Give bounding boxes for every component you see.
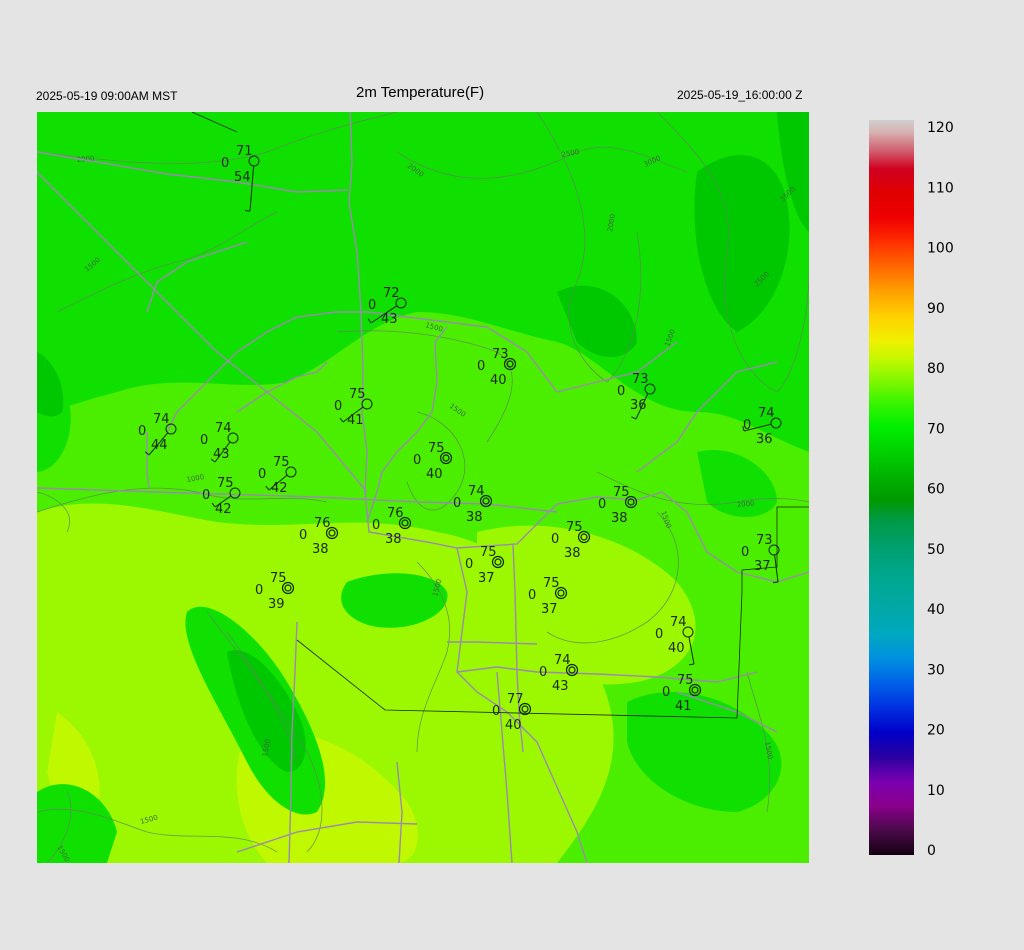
station-dewpoint: 43 [381, 312, 398, 327]
station-temperature: 76 [387, 506, 404, 521]
valid-time-utc: 2025-05-19_16:00:00 Z [677, 88, 803, 102]
colorbar-tick-label: 50 [927, 542, 945, 558]
station-dewpoint: 40 [490, 373, 507, 388]
station-cloud-cover: 0 [477, 359, 485, 374]
station-temperature: 75 [273, 455, 290, 470]
station-temperature: 75 [677, 673, 694, 688]
station-cloud-cover: 0 [255, 583, 263, 598]
station-temperature: 74 [554, 653, 571, 668]
map-title: 2m Temperature(F) [356, 84, 485, 101]
station-dewpoint: 36 [630, 398, 647, 413]
station-dewpoint: 41 [675, 699, 692, 714]
colorbar-gradient [869, 120, 914, 855]
station-temperature: 76 [314, 516, 331, 531]
station-dewpoint: 43 [552, 679, 569, 694]
contour-label: 2000 [736, 499, 754, 509]
station-dewpoint: 36 [756, 432, 773, 447]
station-cloud-cover: 0 [551, 532, 559, 547]
station-temperature: 75 [566, 520, 583, 535]
station-cloud-cover: 0 [662, 685, 670, 700]
station-dewpoint: 40 [668, 641, 685, 656]
station-cloud-cover: 0 [368, 298, 376, 313]
colorbar-tick-label: 0 [927, 843, 936, 859]
station-cloud-cover: 0 [334, 399, 342, 414]
station-dewpoint: 38 [312, 542, 329, 557]
station-cloud-cover: 0 [598, 497, 606, 512]
station-dewpoint: 39 [268, 597, 285, 612]
station-temperature: 75 [480, 545, 497, 560]
colorbar-tick-label: 30 [927, 662, 945, 678]
station-cloud-cover: 0 [299, 528, 307, 543]
station-temperature: 75 [543, 576, 560, 591]
station-cloud-cover: 0 [453, 496, 461, 511]
station-cloud-cover: 0 [655, 627, 663, 642]
station-dewpoint: 44 [151, 438, 168, 453]
station-cloud-cover: 0 [258, 467, 266, 482]
station-temperature: 75 [613, 485, 630, 500]
station-cloud-cover: 0 [200, 433, 208, 448]
station-dewpoint: 41 [347, 413, 364, 428]
station-dewpoint: 38 [564, 546, 581, 561]
station-temperature: 75 [217, 476, 234, 491]
colorbar-tick-label: 80 [927, 361, 945, 377]
station-cloud-cover: 0 [539, 665, 547, 680]
station-dewpoint: 37 [541, 602, 558, 617]
station-cloud-cover: 0 [743, 418, 751, 433]
station-cloud-cover: 0 [465, 557, 473, 572]
station-dewpoint: 42 [215, 502, 232, 517]
station-dewpoint: 38 [385, 532, 402, 547]
colorbar-tick-label: 120 [927, 120, 954, 136]
station-dewpoint: 43 [213, 447, 230, 462]
station-cloud-cover: 0 [617, 384, 625, 399]
station-dewpoint: 40 [505, 718, 522, 733]
station-temperature: 77 [507, 692, 524, 707]
valid-time-local: 2025-05-19 09:00AM MST [36, 89, 178, 103]
station-temperature: 75 [428, 441, 445, 456]
station-cloud-cover: 0 [741, 545, 749, 560]
station-temperature: 74 [758, 406, 775, 421]
station-dewpoint: 38 [611, 511, 628, 526]
colorbar-tick-label: 40 [927, 602, 945, 618]
station-temperature: 75 [349, 387, 366, 402]
colorbar-tick-label: 100 [927, 241, 954, 257]
colorbar-tick-label: 20 [927, 723, 945, 739]
station-temperature: 72 [383, 286, 400, 301]
station-temperature: 74 [468, 484, 485, 499]
station-dewpoint: 37 [478, 571, 495, 586]
station-cloud-cover: 0 [138, 424, 146, 439]
station-cloud-cover: 0 [372, 518, 380, 533]
colorbar-tick-label: 10 [927, 783, 945, 799]
temperature-colorbar: 120 110 100 90 80 70 60 50 40 30 20 10 0 [869, 119, 959, 859]
temperature-map: 2000 2000 2500 3000 2000 2500 3500 1500 1500 1500… [37, 112, 809, 863]
colorbar-tick-label: 90 [927, 301, 945, 317]
station-cloud-cover: 0 [413, 453, 421, 468]
colorbar-tick-label: 70 [927, 421, 945, 437]
colorbar-tick-label: 60 [927, 482, 945, 498]
station-dewpoint: 40 [426, 467, 443, 482]
station-dewpoint: 38 [466, 510, 483, 525]
station-temperature: 73 [756, 533, 773, 548]
station-temperature: 73 [492, 347, 509, 362]
station-temperature: 74 [153, 412, 170, 427]
station-cloud-cover: 0 [492, 704, 500, 719]
station-dewpoint: 42 [271, 481, 288, 496]
station-temperature: 71 [236, 144, 253, 159]
station-cloud-cover: 0 [528, 588, 536, 603]
station-cloud-cover: 0 [202, 488, 210, 503]
station-temperature: 73 [632, 372, 649, 387]
station-dewpoint: 37 [754, 559, 771, 574]
station-temperature: 75 [270, 571, 287, 586]
wind-barb [772, 581, 779, 584]
station-temperature: 74 [215, 421, 232, 436]
station-temperature: 74 [670, 615, 687, 630]
colorbar-tick-label: 110 [927, 180, 954, 196]
station-dewpoint: 54 [234, 170, 251, 185]
station-cloud-cover: 0 [221, 156, 229, 171]
